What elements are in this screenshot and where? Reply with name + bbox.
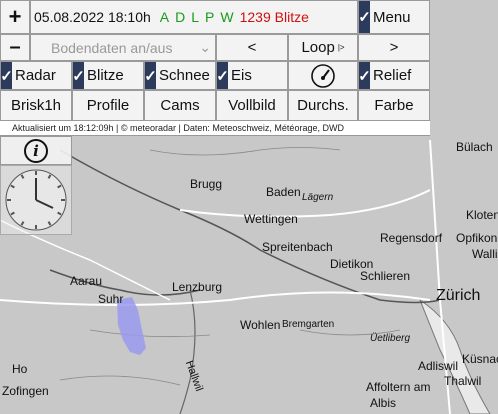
speed-button[interactable] xyxy=(288,61,358,90)
check-icon: ✓ xyxy=(145,62,157,89)
info-icon: i xyxy=(24,138,48,163)
bodendaten-select[interactable]: Bodendaten an/aus ⌄ xyxy=(30,34,216,61)
toggle-label: Radar xyxy=(15,67,56,84)
menu-label: Menu xyxy=(373,8,411,26)
place-label: Ho xyxy=(12,362,28,376)
toggle-relief[interactable]: ✓ Relief xyxy=(358,61,430,90)
bodendaten-label: Bodendaten an/aus xyxy=(51,39,173,56)
info-button[interactable]: i xyxy=(0,136,72,165)
chevron-down-icon: ⌄ xyxy=(199,39,211,55)
place-label: Kloten xyxy=(466,208,498,222)
toggle-blitze[interactable]: ✓ Blitze xyxy=(72,61,144,90)
check-icon: ✓ xyxy=(1,62,13,89)
status-line: Aktualisiert um 18:12:09h | © meteoradar… xyxy=(0,121,430,136)
blitz-count: 1239 Blitze xyxy=(239,9,309,25)
check-icon: ✓ xyxy=(73,62,85,89)
place-label: Schlieren xyxy=(360,269,411,283)
check-icon: ✓ xyxy=(359,62,371,89)
place-label: Wohlen xyxy=(240,318,281,332)
cams-button[interactable]: Cams xyxy=(144,90,216,121)
place-label: Bremgarten xyxy=(282,319,335,330)
layer-letter[interactable]: A xyxy=(160,9,169,25)
toggle-eis[interactable]: ✓ Eis xyxy=(216,61,288,90)
layer-letter[interactable]: P xyxy=(205,9,214,25)
place-label: Aarau xyxy=(70,274,103,288)
toggle-radar[interactable]: ✓ Radar xyxy=(0,61,72,90)
prev-frame-button[interactable]: < xyxy=(216,34,288,61)
place-label: Brugg xyxy=(190,177,223,191)
menu-button[interactable]: ✓ Menu xyxy=(358,0,430,34)
loop-label: Loop xyxy=(301,39,335,56)
zoom-out-button[interactable]: – xyxy=(0,34,30,61)
place-label: Affoltern am xyxy=(366,380,431,394)
loop-button[interactable]: Loop |> xyxy=(288,34,358,61)
toggle-schnee[interactable]: ✓ Schnee xyxy=(144,61,216,90)
layer-letter[interactable]: W xyxy=(220,9,233,25)
play-icon: |> xyxy=(337,43,345,52)
toggle-label: Relief xyxy=(373,67,412,84)
durchs-button[interactable]: Durchs. xyxy=(288,90,358,121)
place-label: Adliswil xyxy=(418,359,459,373)
place-label: Üetliberg xyxy=(370,333,411,344)
layer-letter[interactable]: L xyxy=(191,9,199,25)
vollbild-button[interactable]: Vollbild xyxy=(216,90,288,121)
place-label: Albis xyxy=(370,396,397,410)
profile-button[interactable]: Profile xyxy=(72,90,144,121)
place-label: Zofingen xyxy=(2,384,49,398)
place-label: Lenzburg xyxy=(172,280,223,294)
place-label: Suhr xyxy=(98,292,124,306)
toggle-label: Eis xyxy=(231,67,252,84)
place-label: Wettingen xyxy=(244,212,298,226)
check-icon: ✓ xyxy=(359,1,371,33)
datetime-label: 05.08.2022 18:10h xyxy=(34,9,151,25)
clock-icon xyxy=(5,169,67,231)
place-label: Thalwil xyxy=(444,374,482,388)
toggle-label: Schnee xyxy=(159,67,210,84)
gauge-icon xyxy=(311,63,335,88)
place-label: Baden xyxy=(266,185,301,199)
place-label: Opfikon xyxy=(456,231,498,245)
place-label: Lägern xyxy=(302,192,334,203)
datetime-bar: 05.08.2022 18:10h A D L P W 1239 Blitze xyxy=(30,0,358,34)
place-label: Küsnacht xyxy=(462,352,498,366)
place-label: Regensdorf xyxy=(380,231,443,245)
place-label: Wallis xyxy=(472,247,498,261)
clock-panel[interactable] xyxy=(0,165,72,235)
layer-letter[interactable]: D xyxy=(175,9,185,25)
zoom-in-button[interactable]: + xyxy=(0,0,30,34)
place-label: Zürich xyxy=(436,287,481,304)
place-label: Spreitenbach xyxy=(262,240,333,254)
toggle-label: Blitze xyxy=(87,67,124,84)
place-label: Bülach xyxy=(456,140,493,154)
brisk1h-button[interactable]: Brisk1h xyxy=(0,90,72,121)
next-frame-button[interactable]: > xyxy=(358,34,430,61)
farbe-button[interactable]: Farbe xyxy=(358,90,430,121)
check-icon: ✓ xyxy=(217,62,229,89)
